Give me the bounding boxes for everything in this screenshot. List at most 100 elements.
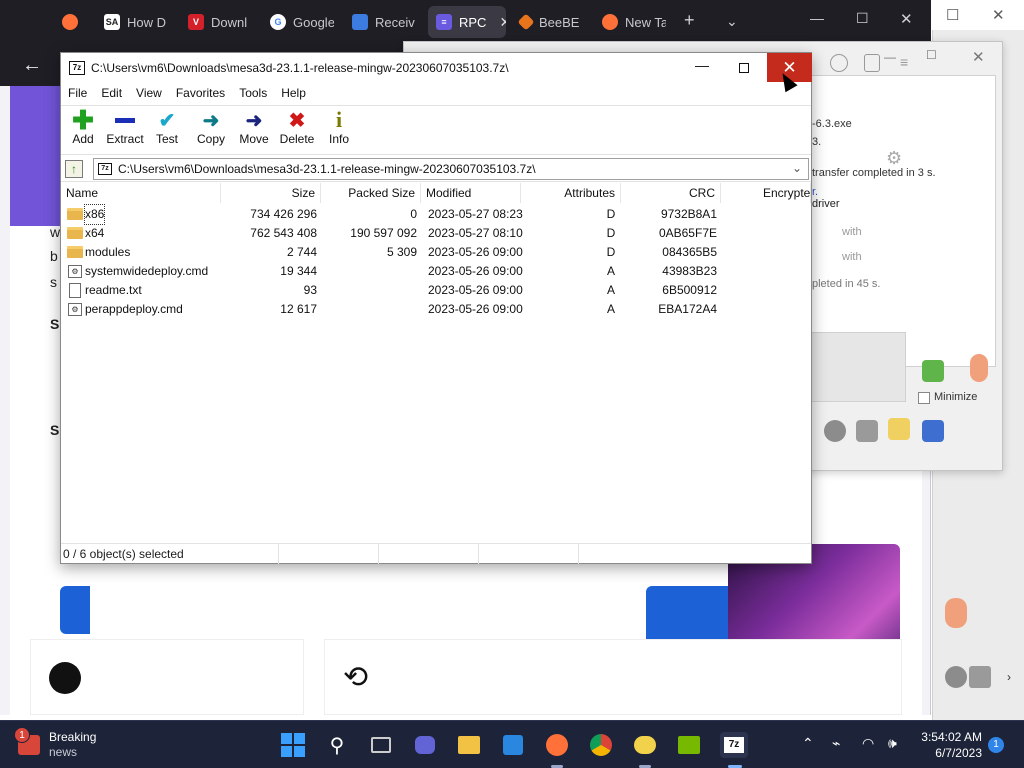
tab-google[interactable]: G Google [262,6,334,38]
browser-minimize-icon[interactable]: — [810,10,824,26]
tab-label: How D [127,14,166,30]
browser-tabstrip: SA How D V Downl G Google Receiv ≡ RPC ✕… [0,0,931,44]
panel-icon[interactable] [856,420,878,442]
archive-icon: 7z [98,163,112,175]
feature-card[interactable] [30,639,304,715]
up-folder-icon[interactable]: ↑ [65,160,83,178]
status-segment [479,544,579,564]
tab-download[interactable]: V Downl [180,6,252,38]
menu-view[interactable]: View [135,83,169,103]
beebeep-button[interactable] [632,732,658,758]
col-name[interactable]: Name [61,183,221,203]
menu-icon[interactable]: ≡ [900,54,908,70]
disc-icon[interactable] [824,420,846,442]
chat-panel: -6.3.exe 3. transfer completed in 3 s. r… [811,75,996,367]
chevron-down-icon[interactable]: ⌄ [792,161,802,175]
tab-how-d[interactable]: SA How D [96,6,166,38]
col-crc[interactable]: CRC [621,183,721,203]
table-row[interactable]: x86 734 426 296 0 2023-05-27 08:23 D 9732B8A1 [61,204,811,225]
test-button[interactable]: ✔ Test [145,108,189,152]
start-button[interactable] [280,732,306,758]
chrome-button[interactable] [588,732,614,758]
menu-favorites[interactable]: Favorites [175,83,232,103]
col-size[interactable]: Size [221,183,321,203]
input-area[interactable] [811,332,906,402]
win2-close-icon[interactable]: ✕ [972,48,985,66]
send-arrow-icon[interactable] [922,360,944,382]
win2-maximize-icon[interactable]: ☐ [926,48,937,62]
path-field[interactable]: 7z C:\Users\vm6\Downloads\mesa3d-23.1.1-… [93,158,809,180]
add-button[interactable]: ✚ Add [61,105,105,152]
menu-edit[interactable]: Edit [100,83,129,103]
maximize-button[interactable] [727,57,761,79]
minimize-checkbox[interactable] [918,392,930,404]
gpu-app-button[interactable] [676,732,702,758]
microphone-icon[interactable] [945,598,967,628]
clock[interactable]: 3:54:02 AM 6/7/2023 [914,729,982,761]
copy-button[interactable]: ➜ Copy [189,108,233,152]
chat-button[interactable] [412,732,438,758]
win2-minimize-icon[interactable]: — [884,50,896,64]
google-icon: G [270,14,286,30]
menu-help[interactable]: Help [280,83,313,103]
tab-firefox-home[interactable] [54,6,86,38]
tab-label: RPC [459,14,487,30]
info-button[interactable]: i Info [317,107,361,152]
cell-size: 762 543 408 [250,226,317,240]
notification-badge[interactable]: 1 [988,737,1004,753]
outer-close-icon[interactable]: ✕ [992,6,1005,24]
extract-button[interactable]: Extract [103,108,147,152]
notes-icon[interactable] [888,418,910,440]
outer-maximize-icon[interactable]: ☐ [946,6,959,24]
tab-new-tab[interactable]: New Ta [594,6,666,38]
col-attributes[interactable]: Attributes [521,183,621,203]
rpc-icon: ≡ [436,14,452,30]
search-button[interactable]: ⚲ [324,732,350,758]
menu-file[interactable]: File [67,83,94,103]
file-explorer-button[interactable] [456,732,482,758]
move-button[interactable]: ➜ Move [232,108,276,152]
table-row[interactable]: readme.txt 93 2023-05-26 09:00 A 6B500912 [61,281,811,300]
toolbar: ✚ Add Extract ✔ Test ➜ Copy ➜ Move ✖ Del… [61,105,811,153]
cell-modified: 2023-05-26 09:00 [428,283,523,297]
show-hidden-icons-chevron[interactable]: ⌃ [802,735,814,752]
minimize-button[interactable]: — [685,57,719,79]
panel-icon[interactable] [969,666,991,688]
tab-list-chevron-icon[interactable]: ⌄ [726,13,738,30]
network-icon[interactable]: ⌁ [832,735,840,752]
feature-card[interactable]: ⟲ [324,639,902,715]
firefox-taskbar-button[interactable] [544,732,570,758]
wifi-icon[interactable]: ◠ [862,735,874,752]
menu-tools[interactable]: Tools [238,83,274,103]
chevron-right-icon[interactable]: › [1007,670,1011,684]
browser-maximize-icon[interactable]: ☐ [856,10,869,27]
disc-icon[interactable] [945,666,967,688]
volume-icon[interactable]: 🕪 [888,735,897,752]
user-icon[interactable] [830,54,848,72]
delete-button[interactable]: ✖ Delete [275,108,319,152]
apple-bite-icon [49,662,81,694]
browser-close-icon[interactable]: ✕ [900,10,913,28]
microphone-icon[interactable] [970,354,988,382]
store-button[interactable] [500,732,526,758]
sliders-icon[interactable]: ⚙ [886,148,902,169]
tab-close-icon[interactable]: ✕ [499,14,506,31]
7zip-taskbar-button[interactable]: 7z [720,732,748,758]
tab-rpc[interactable]: ≡ RPC ✕ [428,6,506,38]
save-icon[interactable] [922,420,944,442]
news-widget[interactable]: 1 Breaking news [14,727,128,761]
blue-button[interactable] [60,586,90,634]
col-packed-size[interactable]: Packed Size [321,183,421,203]
col-modified[interactable]: Modified [421,183,521,203]
table-row[interactable]: ⚙ perappdeploy.cmd 12 617 2023-05-26 09:00 A… [61,300,811,319]
table-row[interactable]: ⚙ systemwidedeploy.cmd 19 344 2023-05-26 09… [61,262,811,281]
tab-receive[interactable]: Receiv [344,6,418,38]
task-view-button[interactable] [368,732,394,758]
col-encrypted[interactable]: Encrypte [721,183,811,203]
table-row[interactable]: modules 2 744 5 309 2023-05-26 09:00 D 084365… [61,243,811,262]
table-row[interactable]: x64 762 543 408 190 597 092 2023-05-27 08:1… [61,224,811,243]
plugin-icon[interactable] [864,54,880,72]
tab-beebeep[interactable]: BeeBE [512,6,588,38]
back-arrow-icon[interactable]: ← [22,54,42,77]
new-tab-plus-icon[interactable]: + [684,10,695,31]
